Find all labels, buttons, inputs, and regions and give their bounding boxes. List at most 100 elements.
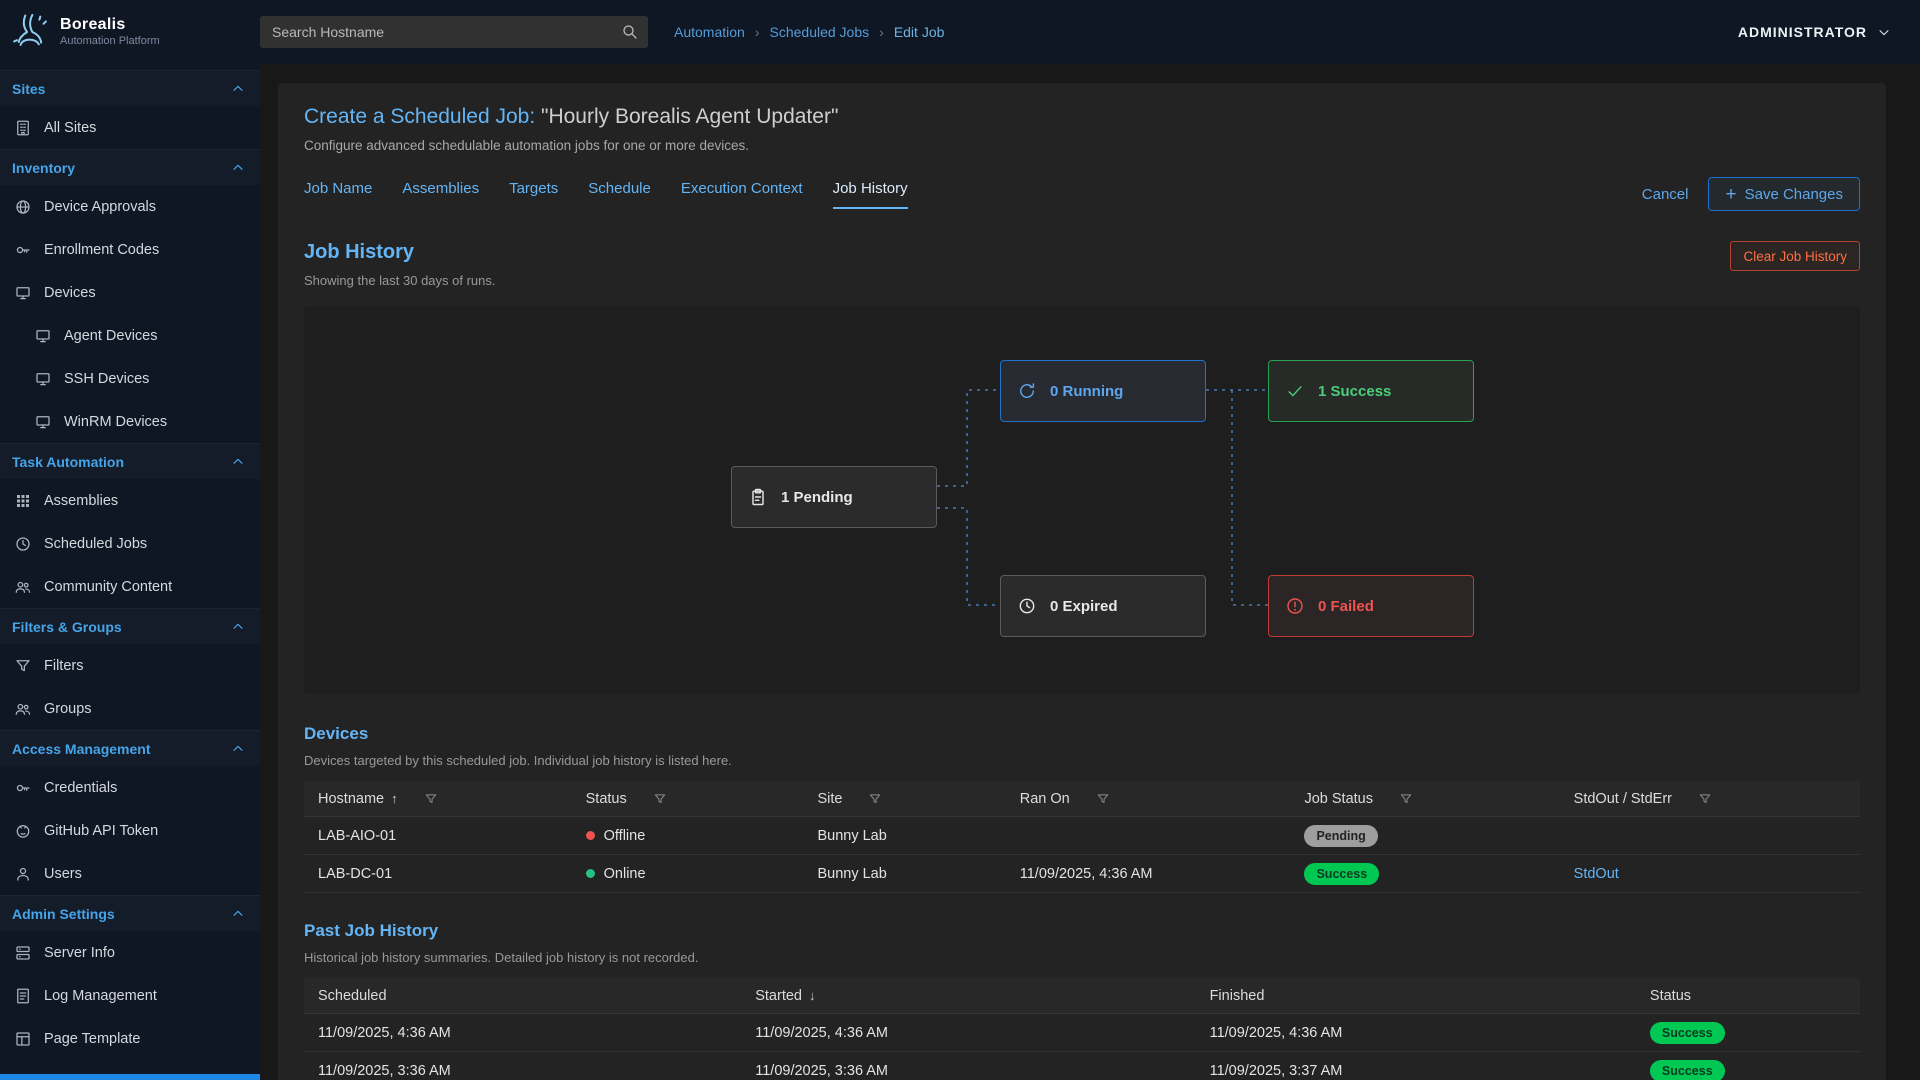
tab-targets[interactable]: Targets bbox=[509, 180, 558, 209]
stdout-link[interactable]: StdOut bbox=[1574, 866, 1619, 882]
sidebar-item-label: SSH Devices bbox=[64, 371, 149, 387]
column-header-started[interactable]: Started↓ bbox=[741, 988, 1195, 1004]
check-icon bbox=[1285, 381, 1305, 401]
sidebar-item-label: Log Management bbox=[44, 988, 157, 1004]
column-header-job-status[interactable]: Job Status bbox=[1290, 791, 1559, 807]
cell-status: Success bbox=[1636, 1022, 1860, 1044]
column-header-ran-on[interactable]: Ran On bbox=[1006, 791, 1291, 807]
sidebar-item-all-sites[interactable]: All Sites bbox=[0, 106, 260, 149]
sidebar-item-community-content[interactable]: Community Content bbox=[0, 565, 260, 608]
breadcrumb-separator: › bbox=[755, 24, 760, 40]
past-history-heading: Past Job History bbox=[304, 921, 699, 941]
devices-heading: Devices bbox=[304, 724, 732, 744]
tab-schedule[interactable]: Schedule bbox=[588, 180, 651, 209]
filter-icon[interactable] bbox=[653, 792, 667, 806]
node-failed[interactable]: 0 Failed bbox=[1268, 575, 1474, 637]
sidebar-section-admin-settings[interactable]: Admin Settings bbox=[0, 895, 260, 931]
sidebar-item-agent-devices[interactable]: Agent Devices bbox=[0, 314, 260, 357]
brand-logo-link[interactable]: Borealis Automation Platform bbox=[0, 12, 260, 52]
column-header-site[interactable]: Site bbox=[803, 791, 1005, 807]
key-icon bbox=[14, 779, 32, 797]
cancel-button[interactable]: Cancel bbox=[1642, 186, 1689, 203]
column-header-scheduled[interactable]: Scheduled bbox=[304, 988, 741, 1004]
sidebar-item-label: Groups bbox=[44, 701, 92, 717]
cell-status: Offline bbox=[572, 828, 804, 844]
sort-asc-icon: ↑ bbox=[391, 791, 398, 806]
filter-icon[interactable] bbox=[1698, 792, 1712, 806]
sidebar-section-inventory[interactable]: Inventory bbox=[0, 149, 260, 185]
cell-started: 11/09/2025, 4:36 AM bbox=[741, 1025, 1195, 1041]
filter-icon[interactable] bbox=[424, 792, 438, 806]
filter-icon[interactable] bbox=[868, 792, 882, 806]
cell-hostname: LAB-DC-01 bbox=[304, 866, 572, 882]
save-changes-label: Save Changes bbox=[1745, 186, 1843, 203]
cell-started: 11/09/2025, 3:36 AM bbox=[741, 1063, 1195, 1079]
save-changes-button[interactable]: + Save Changes bbox=[1708, 177, 1860, 211]
search-input[interactable] bbox=[260, 16, 648, 48]
sidebar-item-scheduled-jobs[interactable]: Scheduled Jobs bbox=[0, 522, 260, 565]
sidebar-item-server-info[interactable]: Server Info bbox=[0, 931, 260, 974]
filter-icon[interactable] bbox=[1096, 792, 1110, 806]
node-pending[interactable]: 1 Pending bbox=[731, 466, 937, 528]
page-title: Create a Scheduled Job: "Hourly Borealis… bbox=[304, 105, 1860, 129]
tab-job-history[interactable]: Job History bbox=[833, 180, 908, 209]
clipboard-icon bbox=[748, 487, 768, 507]
sidebar-scroll-indicator[interactable] bbox=[0, 1074, 260, 1080]
tab-strip: Job Name Assemblies Targets Schedule Exe… bbox=[304, 180, 908, 209]
sidebar-section-sites[interactable]: Sites bbox=[0, 70, 260, 106]
section-label: Filters & Groups bbox=[12, 619, 122, 635]
sidebar-item-assemblies[interactable]: Assemblies bbox=[0, 479, 260, 522]
column-header-status[interactable]: Status bbox=[1636, 988, 1860, 1004]
chevron-up-icon bbox=[230, 619, 246, 635]
table-row: LAB-AIO-01 Offline Bunny Lab Pending bbox=[304, 817, 1860, 855]
column-header-stdout-stderr[interactable]: StdOut / StdErr bbox=[1560, 791, 1860, 807]
tab-assemblies[interactable]: Assemblies bbox=[402, 180, 479, 209]
sidebar-item-github-api-token[interactable]: GitHub API Token bbox=[0, 809, 260, 852]
column-header-finished[interactable]: Finished bbox=[1196, 988, 1636, 1004]
user-menu[interactable]: ADMINISTRATOR bbox=[1738, 24, 1892, 40]
sidebar-item-label: WinRM Devices bbox=[64, 414, 167, 430]
sidebar-item-ssh-devices[interactable]: SSH Devices bbox=[0, 357, 260, 400]
node-success[interactable]: 1 Success bbox=[1268, 360, 1474, 422]
breadcrumb-scheduled-jobs[interactable]: Scheduled Jobs bbox=[770, 24, 870, 40]
sidebar-item-enrollment-codes[interactable]: Enrollment Codes bbox=[0, 228, 260, 271]
tab-job-name[interactable]: Job Name bbox=[304, 180, 372, 209]
cell-stdout: StdOut bbox=[1560, 866, 1860, 882]
job-history-heading: Job History bbox=[304, 241, 496, 264]
tab-execution-context[interactable]: Execution Context bbox=[681, 180, 803, 209]
sidebar-item-log-management[interactable]: Log Management bbox=[0, 974, 260, 1017]
sidebar: Sites All Sites Inventory Device Approva… bbox=[0, 64, 260, 1080]
search-icon[interactable] bbox=[621, 23, 639, 41]
chevron-up-icon bbox=[230, 81, 246, 97]
sidebar-section-filters-groups[interactable]: Filters & Groups bbox=[0, 608, 260, 644]
past-history-subheading: Historical job history summaries. Detail… bbox=[304, 950, 699, 965]
sidebar-item-label: Filters bbox=[44, 658, 83, 674]
clear-job-history-button[interactable]: Clear Job History bbox=[1730, 241, 1860, 271]
node-running[interactable]: 0 Running bbox=[1000, 360, 1206, 422]
sidebar-item-credentials[interactable]: Credentials bbox=[0, 766, 260, 809]
column-header-status[interactable]: Status bbox=[572, 791, 804, 807]
breadcrumb-separator: › bbox=[879, 24, 884, 40]
status-badge: Success bbox=[1650, 1060, 1725, 1080]
sidebar-item-devices[interactable]: Devices bbox=[0, 271, 260, 314]
sidebar-item-filters[interactable]: Filters bbox=[0, 644, 260, 687]
sidebar-item-device-approvals[interactable]: Device Approvals bbox=[0, 185, 260, 228]
past-history-table-header: Scheduled Started↓ Finished Status bbox=[304, 978, 1860, 1014]
breadcrumb-edit-job[interactable]: Edit Job bbox=[894, 24, 945, 40]
section-label: Inventory bbox=[12, 160, 75, 176]
node-expired[interactable]: 0 Expired bbox=[1000, 575, 1206, 637]
sidebar-section-task-automation[interactable]: Task Automation bbox=[0, 443, 260, 479]
brand-subtitle: Automation Platform bbox=[60, 35, 160, 48]
sidebar-item-groups[interactable]: Groups bbox=[0, 687, 260, 730]
breadcrumb-automation[interactable]: Automation bbox=[674, 24, 745, 40]
sidebar-item-label: Assemblies bbox=[44, 493, 118, 509]
sidebar-section-access-management[interactable]: Access Management bbox=[0, 730, 260, 766]
column-header-hostname[interactable]: Hostname↑ bbox=[304, 791, 572, 807]
sidebar-item-page-template[interactable]: Page Template bbox=[0, 1017, 260, 1060]
sidebar-item-label: All Sites bbox=[44, 120, 96, 136]
status-badge: Success bbox=[1650, 1022, 1725, 1044]
filter-icon[interactable] bbox=[1399, 792, 1413, 806]
sidebar-item-label: Community Content bbox=[44, 579, 172, 595]
sidebar-item-users[interactable]: Users bbox=[0, 852, 260, 895]
sidebar-item-winrm-devices[interactable]: WinRM Devices bbox=[0, 400, 260, 443]
